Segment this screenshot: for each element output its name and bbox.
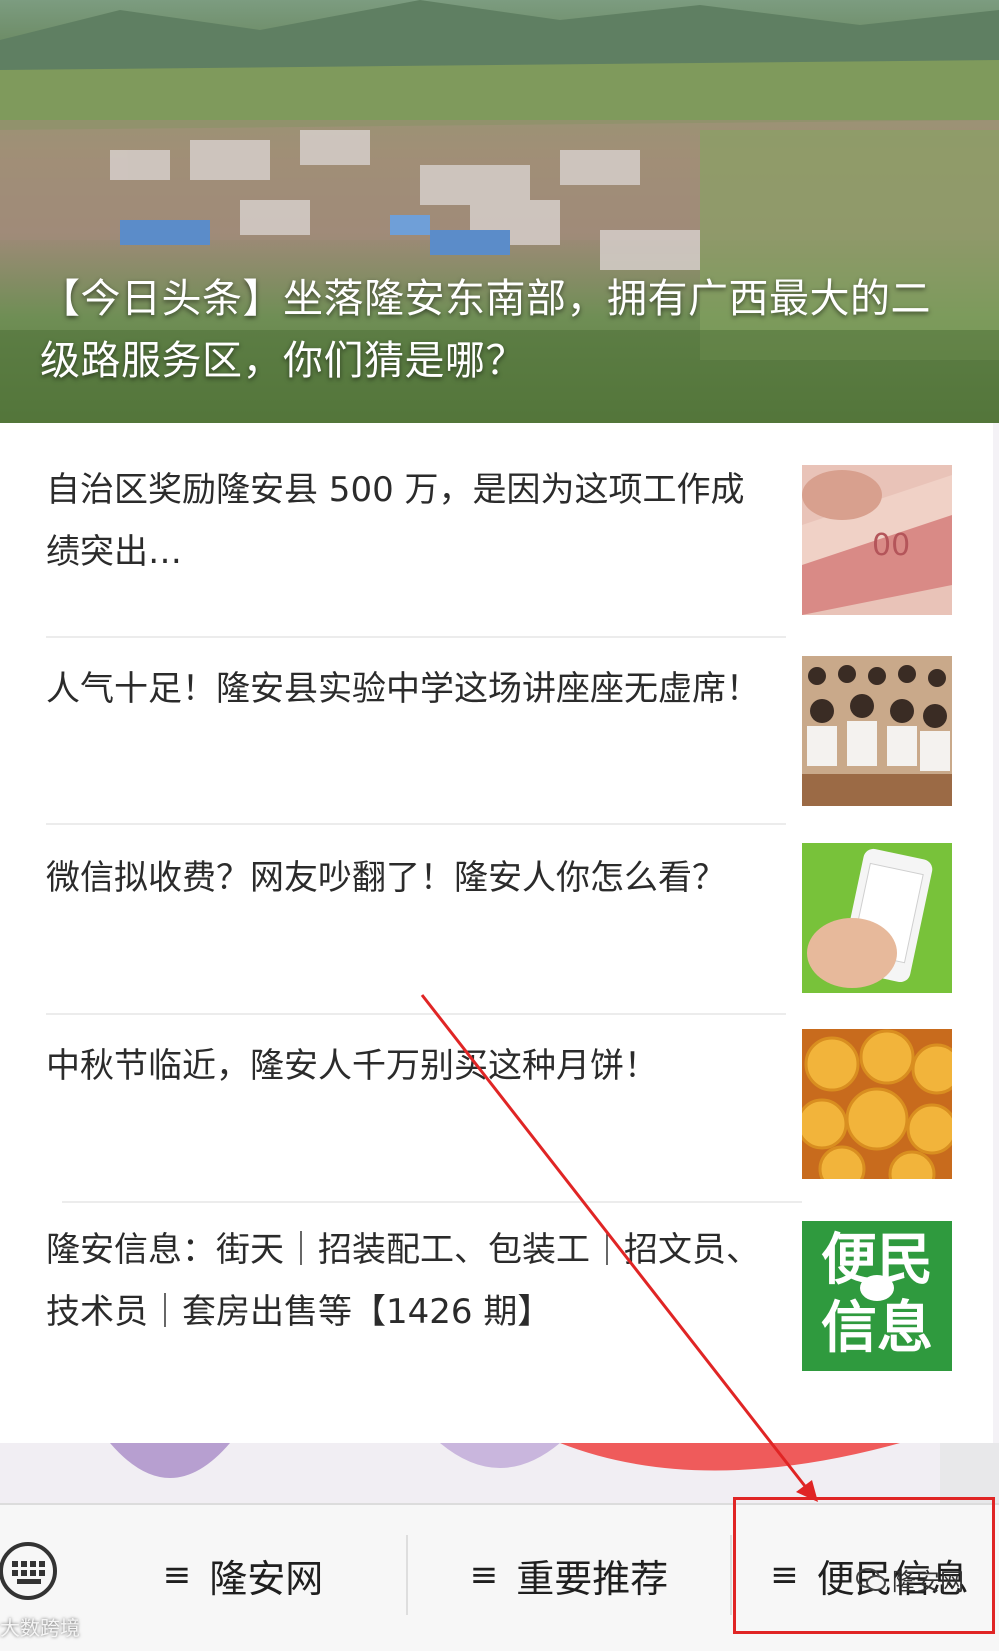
article-title: 微信拟收费？网友吵翻了！隆安人你怎么看？ <box>46 858 726 898</box>
bianmin-logo-bottom: 信息 <box>821 1296 933 1361</box>
menu-longan-net[interactable]: ≡ 隆安网 <box>80 1505 406 1645</box>
list-item[interactable]: 人气十足！隆安县实验中学这场讲座座无虚席！ <box>0 638 999 833</box>
keyboard-icon[interactable] <box>0 1541 62 1601</box>
right-edge <box>993 423 999 1443</box>
menu-icon: ≡ <box>162 1555 192 1595</box>
phone-icon <box>802 843 952 993</box>
article-title: 隆安信息：街天｜招装配工、包装工｜招文员、技术员｜套房出售等【1426 期】 <box>46 1230 760 1332</box>
wechat-icon <box>856 1567 886 1591</box>
hero-title: 【今日头条】坐落隆安东南部，拥有广西最大的二级路服务区，你们猜是哪？ <box>40 276 931 384</box>
bianmin-logo: 便民 信息 <box>802 1221 952 1371</box>
brand-name: 隆安网 <box>892 1568 964 1596</box>
article-title: 人气十足！隆安县实验中学这场讲座座无虚席！ <box>46 669 760 709</box>
menu-icon: ≡ <box>469 1555 499 1595</box>
list-item[interactable]: 微信拟收费？网友吵翻了！隆安人你怎么看？ <box>0 825 999 1020</box>
money-icon: 00 <box>802 465 952 615</box>
hero-banner[interactable]: 【今日头条】坐落隆安东南部，拥有广西最大的二级路服务区，你们猜是哪？ <box>0 0 999 423</box>
account-brand: 隆安网 <box>856 1562 964 1597</box>
menu-label: 重要推荐 <box>516 1556 669 1601</box>
menu-label: 隆安网 <box>209 1556 324 1601</box>
menu-separator <box>730 1535 732 1615</box>
list-item[interactable]: 自治区奖励隆安县 500 万，是因为这项工作成绩突出… 00 <box>0 423 999 623</box>
mooncake-icon <box>802 1029 952 1179</box>
article-list: 自治区奖励隆安县 500 万，是因为这项工作成绩突出… 00 人气十足！隆安县实… <box>0 423 999 1443</box>
students-icon <box>802 656 952 806</box>
menu-recommend[interactable]: ≡ 重要推荐 <box>408 1505 730 1645</box>
article-title: 自治区奖励隆安县 500 万，是因为这项工作成绩突出… <box>46 470 745 572</box>
background-decoration <box>0 1443 999 1503</box>
article-title: 中秋节临近，隆安人千万别买这种月饼！ <box>46 1046 658 1086</box>
mascot-icon <box>860 1275 894 1301</box>
list-item[interactable]: 隆安信息：街天｜招装配工、包装工｜招文员、技术员｜套房出售等【1426 期】 便… <box>0 1203 999 1403</box>
list-item[interactable]: 中秋节临近，隆安人千万别买这种月饼！ <box>0 1015 999 1210</box>
watermark: 大数跨境 <box>0 1616 80 1640</box>
svg-text:00: 00 <box>872 528 910 563</box>
